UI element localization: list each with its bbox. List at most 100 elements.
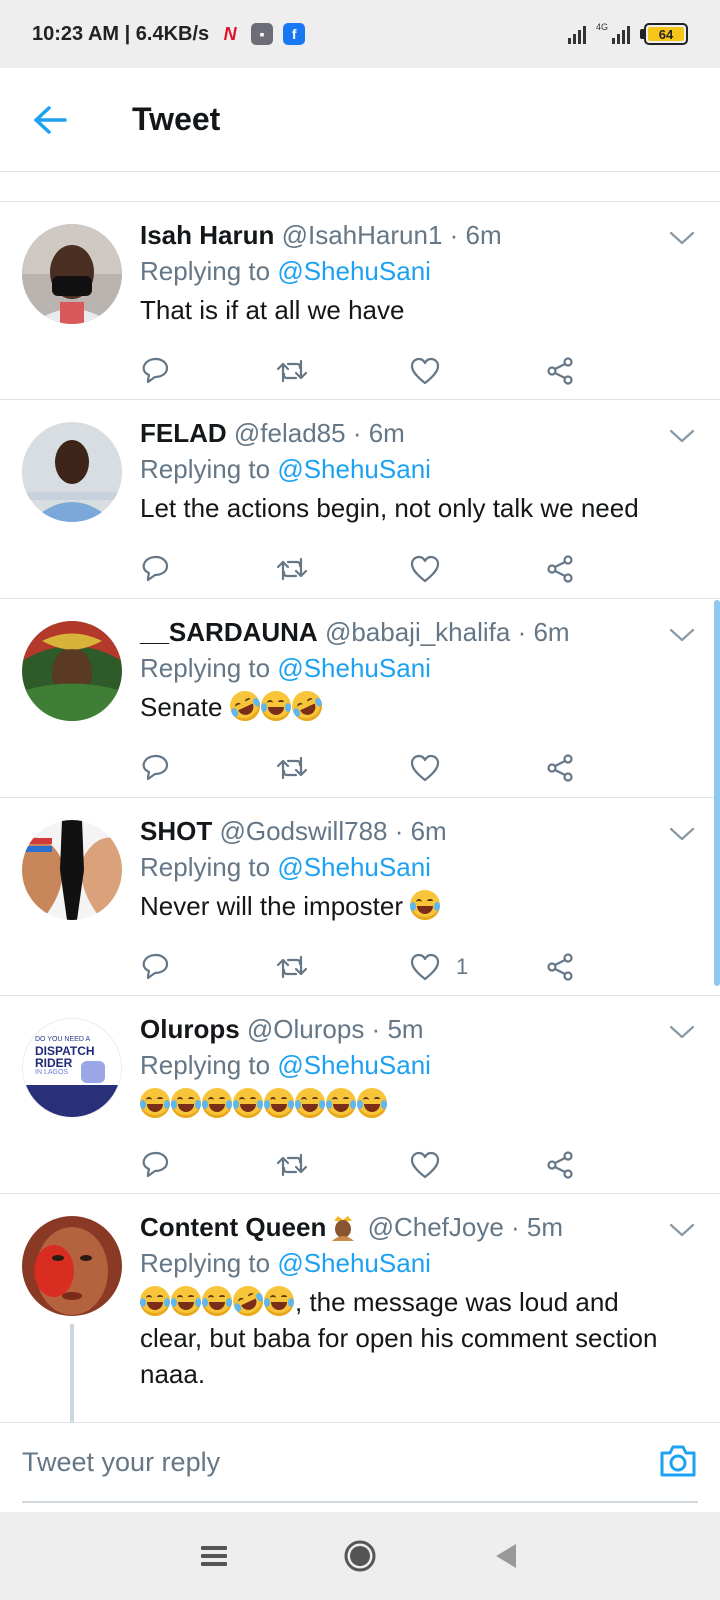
menu-button[interactable] — [141, 1542, 287, 1570]
facebook-icon: f — [283, 23, 306, 45]
share-button[interactable] — [545, 356, 680, 386]
arrow-left-icon — [34, 105, 67, 134]
replying-prefix: Replying to — [140, 1050, 278, 1080]
reply-input[interactable]: Tweet your reply — [22, 1423, 698, 1503]
tweet-item[interactable]: Content Queen @ChefJoye · 5m Replying to… — [0, 1194, 720, 1422]
retweet-button[interactable] — [275, 356, 410, 386]
chevron-down-icon[interactable] — [668, 824, 696, 844]
retweet-button[interactable] — [275, 1150, 410, 1180]
reply-icon — [142, 754, 169, 781]
joy-emoji-icon — [233, 1088, 263, 1118]
mention-link[interactable]: @ShehuSani — [277, 852, 431, 882]
tweet-actions — [140, 336, 680, 406]
replying-prefix: Replying to — [140, 256, 278, 286]
page-title: Tweet — [132, 101, 221, 137]
author-name[interactable]: Olurops — [140, 1014, 240, 1044]
mention-link[interactable]: @ShehuSani — [277, 454, 431, 484]
tweet-item[interactable]: __SARDAUNA @babaji_khalifa · 6m Replying… — [0, 599, 720, 798]
reply-composer: Tweet your reply — [0, 1422, 720, 1504]
system-back-button[interactable] — [433, 1541, 579, 1571]
reply-button[interactable] — [140, 753, 275, 783]
retweet-button[interactable] — [275, 753, 410, 783]
tweet-actions — [140, 534, 680, 604]
chevron-down-icon[interactable] — [668, 228, 696, 248]
author-meta: @babaji_khalifa · 6m — [324, 617, 570, 647]
share-button[interactable] — [545, 1150, 680, 1180]
joy-emoji-icon — [171, 1088, 201, 1118]
reply-button[interactable] — [140, 1150, 275, 1180]
avatar[interactable] — [22, 224, 122, 324]
replying-prefix: Replying to — [140, 852, 278, 882]
avatar[interactable] — [22, 621, 122, 721]
author-name[interactable]: FELAD — [140, 418, 227, 448]
avatar[interactable] — [22, 1216, 122, 1316]
reply-button[interactable] — [140, 554, 275, 584]
tweet-item[interactable]: DO YOU NEED A DISPATCH RIDER IN LAGOS Ol… — [0, 996, 720, 1194]
avatar[interactable] — [22, 820, 122, 920]
avatar[interactable] — [22, 422, 122, 522]
camera-icon[interactable] — [658, 1441, 698, 1481]
like-button[interactable] — [410, 1151, 545, 1179]
home-button[interactable] — [287, 1539, 433, 1573]
author-name[interactable]: SHOT — [140, 816, 212, 846]
mention-link[interactable]: @ShehuSani — [277, 1050, 431, 1080]
author-name[interactable]: Isah Harun — [140, 220, 274, 250]
back-button[interactable] — [18, 88, 82, 152]
scrollbar-thumb[interactable] — [714, 600, 720, 986]
joy-emoji-icon — [326, 1088, 356, 1118]
reply-button[interactable] — [140, 356, 275, 386]
like-button[interactable]: 1 — [410, 953, 545, 981]
like-count: 1 — [456, 954, 469, 979]
share-icon — [547, 357, 573, 385]
like-button[interactable] — [410, 555, 545, 583]
retweet-button[interactable] — [275, 952, 410, 982]
joy-emoji-icon — [171, 1286, 201, 1316]
signal-icon-2 — [612, 24, 630, 44]
tweet-item[interactable]: Isah Harun @IsahHarun1 · 6m Replying to … — [0, 202, 720, 400]
chevron-down-icon[interactable] — [668, 1022, 696, 1042]
chevron-down-icon[interactable] — [668, 426, 696, 446]
joy-emoji-icon — [202, 1088, 232, 1118]
reply-button[interactable] — [140, 952, 275, 982]
chevron-down-icon[interactable] — [668, 625, 696, 645]
chevron-down-icon[interactable] — [668, 1220, 696, 1240]
tweet-item[interactable]: FELAD @felad85 · 6m Replying to @ShehuSa… — [0, 400, 720, 599]
replying-to: Replying to @ShehuSani — [140, 252, 680, 290]
share-button[interactable] — [545, 753, 680, 783]
joy-emoji-icon — [140, 1088, 170, 1118]
replying-to: Replying to @ShehuSani — [140, 1244, 680, 1282]
tweet-text-container: Senate — [140, 686, 680, 726]
mention-link[interactable]: @ShehuSani — [277, 256, 431, 286]
replying-prefix: Replying to — [140, 653, 278, 683]
joy-emoji-icon — [264, 1088, 294, 1118]
status-right: 4G 64 — [567, 23, 688, 45]
author-meta: @Olurops · 5m — [246, 1014, 424, 1044]
retweet-icon — [276, 557, 308, 581]
heart-icon — [410, 754, 440, 782]
battery-body: 64 — [644, 23, 688, 45]
tweet-text: Senate — [140, 692, 230, 722]
replying-prefix: Replying to — [140, 1248, 278, 1278]
system-nav-bar — [0, 1512, 720, 1600]
reply-feed[interactable]: Isah Harun @IsahHarun1 · 6m Replying to … — [0, 172, 720, 1422]
like-button[interactable] — [410, 357, 545, 385]
share-button[interactable] — [545, 952, 680, 982]
retweet-icon — [276, 955, 308, 979]
like-button[interactable] — [410, 754, 545, 782]
mention-link[interactable]: @ShehuSani — [277, 1248, 431, 1278]
rofl-emoji-icon — [224, 686, 265, 726]
mention-link[interactable]: @ShehuSani — [277, 653, 431, 683]
avatar[interactable]: DO YOU NEED A DISPATCH RIDER IN LAGOS — [22, 1018, 122, 1118]
author-name[interactable]: __SARDAUNA — [140, 617, 318, 647]
replying-to: Replying to @ShehuSani — [140, 450, 680, 488]
rofl-emoji-icon — [286, 686, 327, 726]
battery-level: 64 — [648, 27, 684, 42]
share-icon — [547, 1151, 573, 1179]
tweet-item[interactable]: SHOT @Godswill788 · 6m Replying to @Sheh… — [0, 798, 720, 996]
joy-emoji-icon — [260, 691, 291, 721]
avatar-image — [22, 422, 122, 522]
reply-icon — [142, 953, 169, 980]
author-name[interactable]: Content Queen — [140, 1212, 326, 1242]
share-button[interactable] — [545, 554, 680, 584]
retweet-button[interactable] — [275, 554, 410, 584]
